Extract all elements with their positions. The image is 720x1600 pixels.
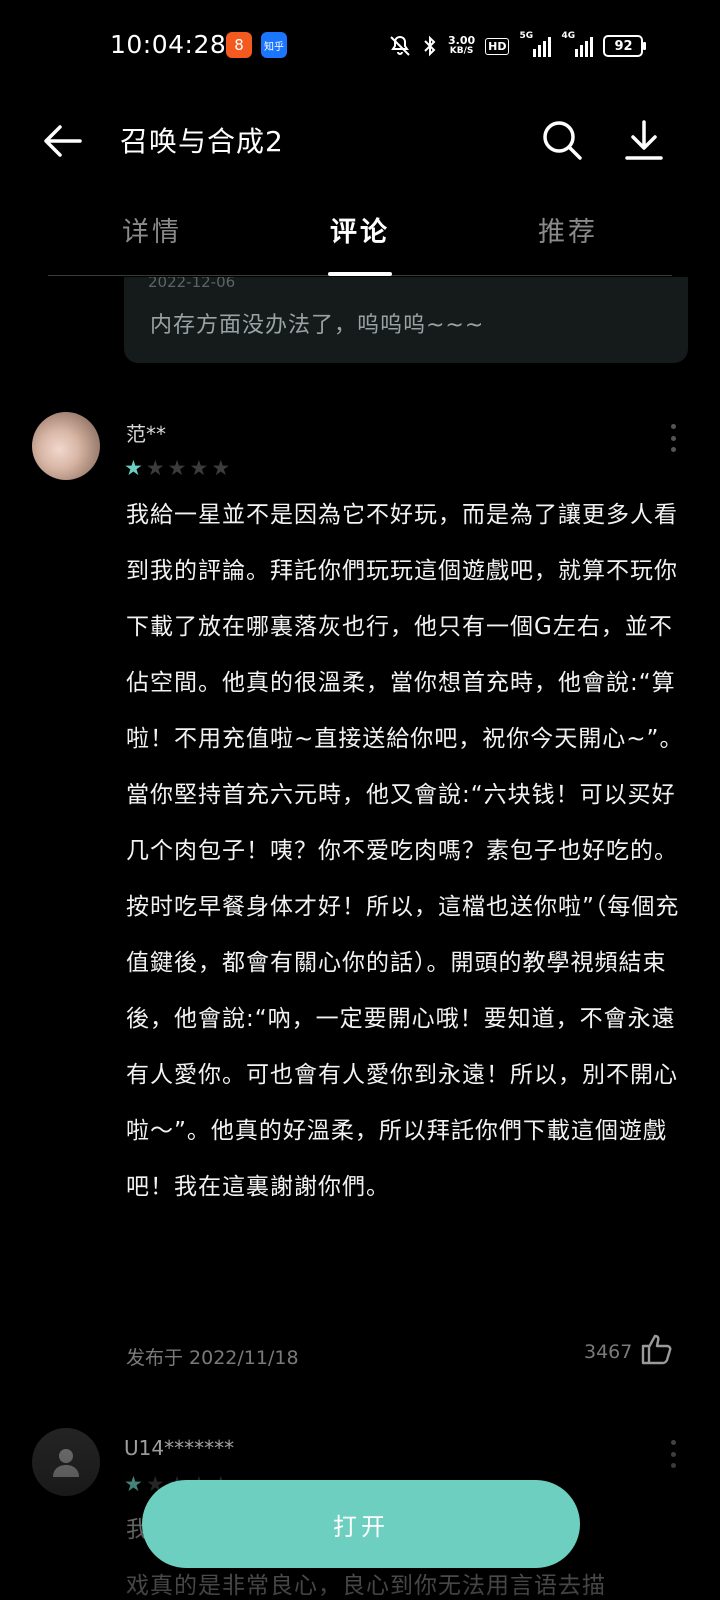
kuaishou-app-icon: 8 bbox=[226, 32, 252, 58]
star-filled-icon: ★ bbox=[124, 1472, 143, 1496]
open-app-button[interactable]: 打开 bbox=[142, 1480, 580, 1568]
thumbs-up-icon[interactable] bbox=[640, 1332, 674, 1366]
more-options-icon[interactable] bbox=[670, 1440, 676, 1468]
zhihu-app-icon: 知乎 bbox=[261, 32, 287, 58]
net-speed: 3.00 KB/S bbox=[448, 34, 476, 56]
bluetooth-icon bbox=[424, 35, 436, 57]
user-silhouette-icon bbox=[53, 1449, 79, 1477]
status-time: 10:04:28 bbox=[110, 30, 227, 59]
download-icon[interactable] bbox=[622, 118, 666, 162]
status-icons: 3.00 KB/S HD 5G 4G 92 bbox=[388, 31, 647, 60]
signal-4g-icon: 4G bbox=[561, 31, 594, 57]
reply-text: 内存方面没办法了，呜呜呜~~~ bbox=[150, 313, 485, 338]
more-options-icon[interactable] bbox=[670, 424, 676, 452]
hd-voice-icon: HD bbox=[485, 37, 510, 55]
comment-username: U14******* bbox=[124, 1436, 235, 1460]
comment-username: 范** bbox=[126, 422, 166, 446]
comment-date: 发布于 2022/11/18 bbox=[126, 1347, 299, 1369]
star-empty-icon: ★ bbox=[145, 456, 165, 480]
page-title: 召唤与合成2 bbox=[120, 125, 284, 158]
search-icon[interactable] bbox=[540, 118, 584, 162]
tab-recommended[interactable]: 推荐 bbox=[538, 210, 598, 249]
mute-icon bbox=[390, 35, 410, 56]
star-empty-icon: ★ bbox=[211, 456, 231, 480]
back-arrow-icon[interactable] bbox=[40, 118, 86, 164]
star-empty-icon: ★ bbox=[189, 456, 209, 480]
signal-5g-icon: 5G bbox=[519, 31, 552, 57]
star-filled-icon: ★ bbox=[124, 456, 143, 480]
reply-date: 2022-12-06 bbox=[148, 277, 236, 291]
avatar-default[interactable] bbox=[32, 1428, 100, 1496]
like-count: 3467 bbox=[584, 1341, 633, 1363]
star-empty-icon: ★ bbox=[167, 456, 187, 480]
active-tab-indicator bbox=[328, 272, 392, 276]
avatar[interactable] bbox=[32, 412, 100, 480]
status-bar: 10:04:28 8 知乎 3.00 KB/S HD 5G 4G 92 bbox=[0, 0, 720, 92]
developer-reply-card: 2022-12-06 内存方面没办法了，呜呜呜~~~ bbox=[124, 277, 688, 363]
tab-comments[interactable]: 评论 bbox=[330, 210, 390, 249]
tab-details[interactable]: 详情 bbox=[122, 210, 182, 249]
star-rating: ★ ★ ★ ★ ★ bbox=[124, 458, 230, 479]
battery-icon: 92 bbox=[603, 35, 647, 57]
comment-body: 我給一星並不是因為它不好玩，而是為了讓更多人看到我的評論。拜託你們玩玩這個遊戲吧… bbox=[126, 502, 684, 1200]
